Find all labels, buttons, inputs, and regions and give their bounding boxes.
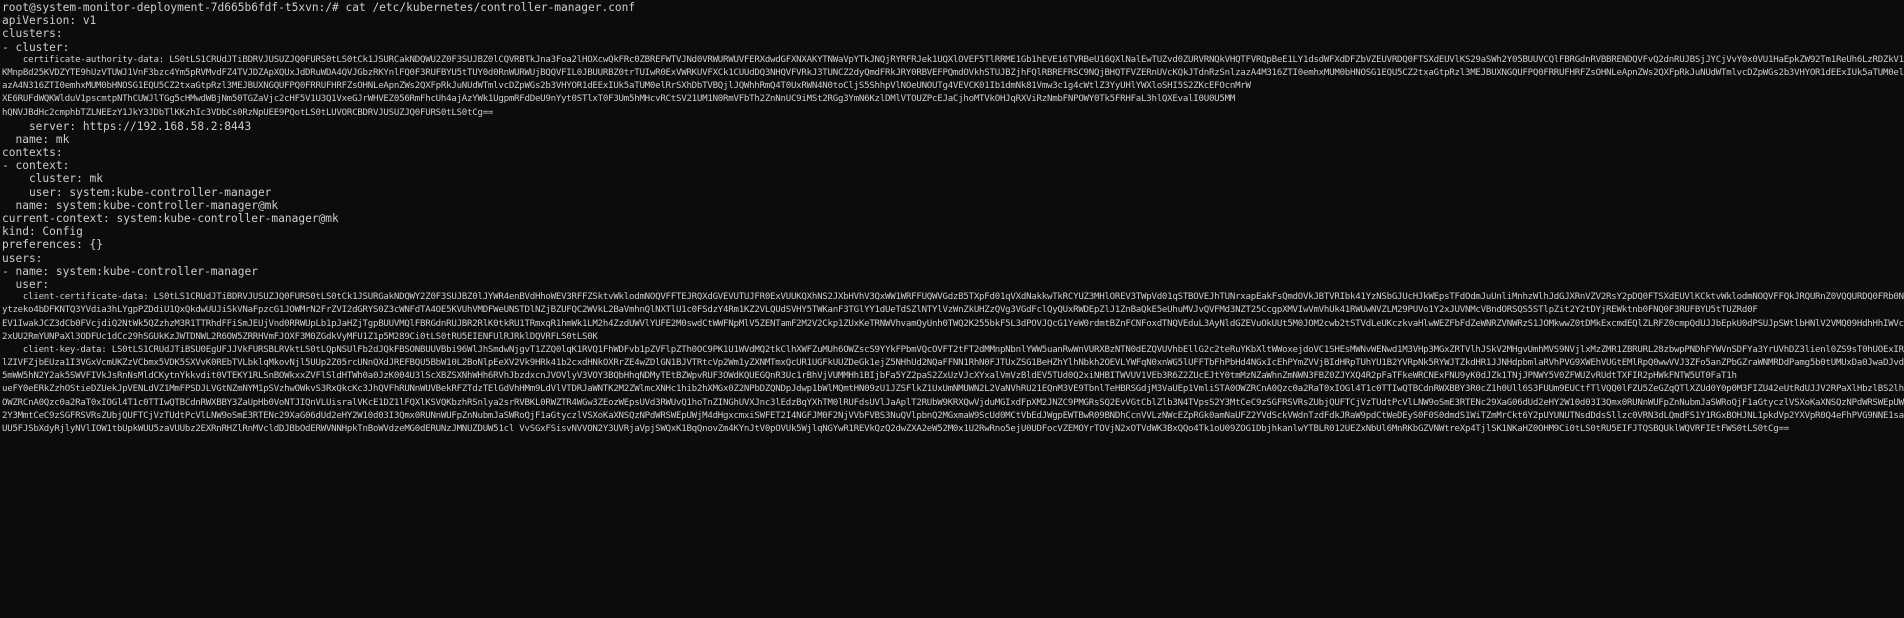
- terminal-output-line: user: system:kube-controller-manager: [2, 185, 272, 199]
- terminal-data-line: client-certificate-data: LS0tLS1CRUdJTiB…: [22, 292, 1904, 303]
- terminal-output-line: contexts:: [2, 146, 63, 160]
- terminal-output-line: name: system:kube-controller-manager@mk: [2, 198, 279, 212]
- terminal-output-line: server: https://192.168.58.2:8443: [2, 119, 252, 133]
- terminal-data-line: OWZRCnA0Qzc0a2RaT0xIOGl4T1c0TTIwQTBCdnRW…: [2, 397, 1904, 408]
- terminal-data-line: certificate-authority-data: LS0tLS1CRUdJ…: [22, 54, 1904, 65]
- terminal-output-line: apiVersion: v1: [2, 14, 97, 28]
- terminal-data-line: client-key-data: LS0tLS1CRUdJTiBSU0EgUFJ…: [22, 344, 1904, 355]
- terminal-data-line: EV1IwakJCZ3dCb0FVcjdiQ2NtWk5QZzhzM3R1TTR…: [2, 318, 1904, 329]
- terminal-window[interactable]: root@system-monitor-deployment-7d665b6fd…: [0, 0, 1904, 618]
- terminal-data-line: ytzeko4bDFKNTQ3YVdia3hLYgpPZDdiU1QxQkdwU…: [2, 305, 1758, 316]
- terminal-data-line: 2xUU2RmYUNPaXl3ODFUc1dCc29hSGUkKzJWTDNWL…: [2, 331, 598, 342]
- terminal-output-line: user:: [2, 277, 50, 291]
- terminal-output-line: cluster: mk: [2, 172, 104, 186]
- terminal-output-line: kind: Config: [2, 225, 83, 239]
- terminal-data-line: hQNVJBdHc2cmphbTZLNEEzY1JkY3JDbTlKKzhIc3…: [2, 107, 494, 118]
- terminal-data-line: lZIVFZjbEUza1I3VGxVcmUKZzVCbmx5VDK5SXVvK…: [2, 358, 1904, 369]
- terminal-data-line: 5mWW5hN2Y2ak5SWVFIVkJsRnNsMldCKytnYkkvdi…: [2, 371, 1737, 382]
- terminal-data-line: XE6RUFdWQKWlduV1pscmtpNThCUWJlTGg5cHMwdW…: [2, 94, 1236, 105]
- terminal-output-line: current-context: system:kube-controller-…: [2, 212, 339, 225]
- terminal-output-line: users:: [2, 251, 43, 265]
- terminal-data-line: 2Y3MmtCeC9zSGFRSVRsZUbjQUFTCjVzTUdtPcVlL…: [2, 410, 1904, 421]
- terminal-output-line: name: mk: [2, 132, 70, 146]
- terminal-output-line: clusters:: [2, 27, 63, 41]
- terminal-data-line: ueFY0eERkZzhOStieDZUekJpVENLdVZ1MmFPSDJL…: [2, 384, 1904, 395]
- terminal-output-line: - cluster:: [2, 40, 70, 54]
- terminal-data-line: KMnpBd25KVDZYTE9hUzVTUWJ1VnF3bzc4Ym5pRVM…: [2, 67, 1904, 78]
- terminal-data-line: UU5FJSbXdyRjlyNVlIOW1tbUpkWUU5zaVUUbz2EX…: [2, 424, 1789, 434]
- terminal-output-line: - context:: [2, 159, 70, 173]
- terminal-output-line: - name: system:kube-controller-manager: [2, 264, 258, 278]
- terminal-output-line: preferences: {}: [2, 238, 104, 252]
- terminal-data-line: azA4N316ZTI0emhxMUM0bHNOSG1EQU5CZ2txaGtp…: [2, 81, 1251, 92]
- command-prompt-line: root@system-monitor-deployment-7d665b6fd…: [2, 1, 636, 14]
